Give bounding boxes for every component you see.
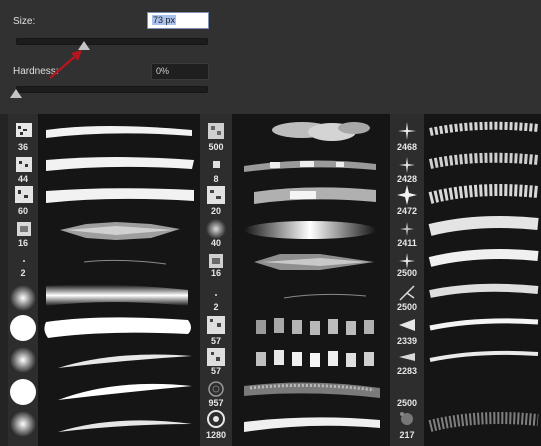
brush-stroke-1-8[interactable] [56, 348, 196, 372]
hardness-value: 0% [156, 66, 170, 76]
brush-stroke-2-5[interactable] [250, 248, 380, 276]
brush-tip-hard-round-2[interactable] [9, 378, 37, 406]
brush-tip-star-2428[interactable] [396, 154, 418, 176]
size-label: Size: [13, 16, 36, 27]
brush-size-1-2: 44 [17, 174, 28, 184]
brush-stroke-2-3[interactable] [250, 182, 380, 210]
brush-size-2-10: 1280 [205, 430, 227, 440]
brush-size-2-5: 16 [210, 268, 221, 278]
brush-stroke-3-10[interactable] [428, 410, 540, 438]
brush-settings-panel: Size: 73 px Hardness: 0% [0, 0, 541, 114]
brush-stroke-2-4[interactable] [240, 216, 380, 244]
brush-size-2-8: 57 [210, 366, 221, 376]
brush-stroke-3-5[interactable] [428, 246, 540, 274]
brush-stroke-3-4[interactable] [428, 214, 540, 242]
brush-stroke-2-6[interactable] [280, 288, 370, 304]
brush-size-2-4: 40 [210, 238, 221, 248]
brush-tip-texture-57[interactable] [205, 314, 227, 336]
brush-size-2-3: 20 [210, 206, 221, 216]
brush-stroke-3-3[interactable] [428, 182, 540, 210]
brush-tip-splash-217[interactable] [396, 408, 418, 430]
brush-size-3-4: 2411 [397, 238, 417, 248]
brush-stroke-1-2[interactable] [42, 152, 197, 174]
brush-tip-soft-round[interactable] [9, 284, 37, 312]
brush-stroke-1-7[interactable] [42, 314, 194, 342]
brush-tip-chalk-60[interactable] [13, 184, 35, 206]
brush-stroke-3-8[interactable] [428, 346, 540, 370]
brush-tip-star-2468[interactable] [396, 120, 418, 142]
brush-size-3-8: 2283 [396, 366, 418, 376]
brush-stroke-3-2[interactable] [428, 150, 540, 176]
brush-size-3-9: 2500 [396, 398, 418, 408]
hardness-input[interactable]: 0% [151, 63, 209, 80]
brush-preset-grid: 36 44 60 16 2 500 8 20 40 16 2 57 57 957 [0, 114, 541, 446]
brush-stroke-1-6[interactable] [42, 282, 192, 310]
brush-stroke-3-1[interactable] [428, 118, 540, 144]
brush-tip-soft-round-3[interactable] [9, 410, 37, 438]
brush-stroke-2-9[interactable] [240, 376, 385, 404]
brush-tip-dry-16[interactable] [13, 218, 35, 240]
brush-stroke-1-5[interactable] [80, 254, 170, 270]
brush-stroke-1-4[interactable] [56, 216, 186, 244]
brush-size-2-1: 500 [208, 142, 224, 152]
brush-tip-texture-57b[interactable] [205, 346, 227, 368]
brush-stroke-3-7[interactable] [428, 314, 540, 338]
brush-tip-star-2472[interactable] [396, 184, 418, 206]
brush-tip-star-2411[interactable] [396, 218, 418, 240]
brush-tip-soft-round-2[interactable] [9, 346, 37, 374]
brush-tip-texture-500[interactable] [205, 120, 227, 142]
hardness-slider-thumb[interactable] [10, 89, 22, 98]
annotation-arrow-icon [49, 50, 82, 79]
hardness-slider-track[interactable] [16, 86, 208, 93]
size-value: 73 px [152, 15, 177, 25]
brush-size-3-6: 2500 [396, 302, 418, 312]
brush-stroke-1-1[interactable] [42, 120, 197, 142]
brush-stroke-2-10[interactable] [240, 410, 385, 438]
brush-size-3-2: 2428 [396, 174, 418, 184]
brush-size-1-3: 60 [17, 206, 28, 216]
brush-tip-spiral-957[interactable] [205, 378, 227, 400]
brush-size-3-1: 2468 [396, 142, 418, 152]
brush-tip-texture-20[interactable] [205, 184, 227, 206]
brush-tip-hard-round[interactable] [9, 314, 37, 342]
brush-stroke-3-6[interactable] [428, 280, 540, 306]
brush-tip-spark-2500[interactable] [396, 282, 418, 304]
brush-tip-texture-8[interactable] [205, 154, 227, 176]
brush-tip-fan-2339[interactable] [396, 314, 418, 336]
brush-tip-soft-40[interactable] [205, 218, 227, 240]
brush-size-3-7: 2339 [396, 336, 418, 346]
brush-stroke-1-3[interactable] [42, 184, 197, 206]
size-input[interactable]: 73 px [147, 12, 209, 29]
brush-size-2-2: 8 [213, 174, 219, 184]
brush-size-3-5: 2500 [396, 268, 418, 278]
brush-stroke-1-9[interactable] [56, 376, 196, 406]
brush-size-2-9: 957 [208, 398, 224, 408]
brush-size-1-5: 2 [20, 268, 26, 278]
brush-size-2-6: 2 [213, 302, 219, 312]
brush-stroke-2-7[interactable] [252, 314, 382, 342]
brush-size-3-3: 2472 [396, 206, 418, 216]
brush-tip-ring-1280[interactable] [205, 408, 227, 430]
brush-size-1-1: 36 [17, 142, 28, 152]
brush-stroke-2-2[interactable] [240, 154, 380, 176]
brush-size-2-7: 57 [210, 336, 221, 346]
brush-stroke-2-8[interactable] [252, 346, 382, 374]
brush-stroke-1-10[interactable] [56, 410, 196, 440]
brush-stroke-2-1[interactable] [262, 118, 382, 144]
brush-tip-fan-2283[interactable] [396, 346, 418, 368]
brush-size-3-10: 217 [399, 430, 415, 440]
brush-tip-chalk[interactable] [13, 120, 35, 142]
brush-tip-chalk-44[interactable] [13, 154, 35, 176]
brush-size-1-4: 16 [17, 238, 28, 248]
